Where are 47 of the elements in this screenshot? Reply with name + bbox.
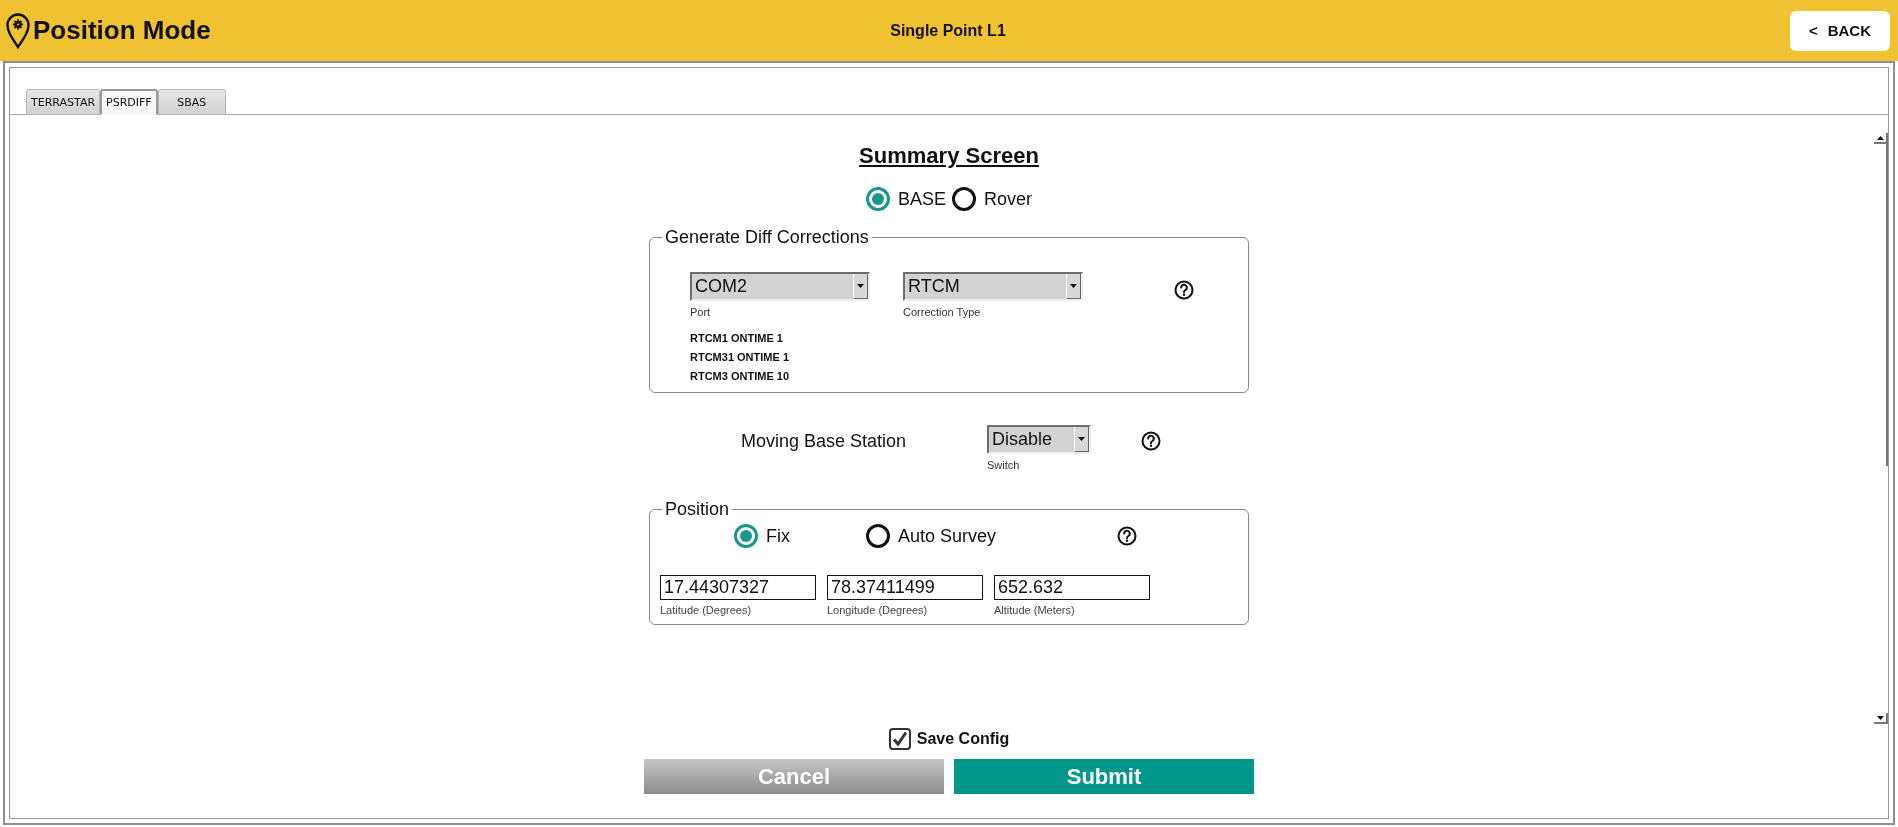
submit-button[interactable]: Submit bbox=[954, 759, 1254, 794]
scroll-down-button[interactable] bbox=[1874, 713, 1888, 724]
tab[interactable]: TERRASTAR bbox=[26, 89, 101, 115]
field-caption: Latitude (Degrees) bbox=[660, 604, 753, 616]
field-caption: Correction Type bbox=[903, 306, 982, 318]
radio-label[interactable]: BASE bbox=[897, 188, 946, 210]
radio-button[interactable] bbox=[866, 524, 890, 548]
caret-icon bbox=[857, 284, 864, 288]
help-icon[interactable] bbox=[1174, 280, 1194, 300]
caret-icon bbox=[1070, 284, 1077, 288]
section-heading: Summary Screen bbox=[859, 143, 1039, 169]
group-title: Position bbox=[664, 499, 731, 520]
checkbox[interactable] bbox=[888, 728, 911, 750]
field-caption: Switch bbox=[987, 459, 1021, 471]
back-button[interactable]: < BACK bbox=[1790, 10, 1890, 51]
radio-label[interactable]: Rover bbox=[984, 188, 1032, 210]
setting-label: Moving Base Station bbox=[741, 431, 908, 452]
message-line: RTCM31 ONTIME 1 bbox=[690, 351, 790, 363]
message-line: RTCM1 ONTIME 1 bbox=[690, 332, 784, 344]
text-field[interactable]: 17.44307327 bbox=[660, 575, 816, 600]
text-field[interactable]: 652.632 bbox=[994, 575, 1150, 600]
down-arrow-icon bbox=[1876, 715, 1884, 720]
help-icon[interactable] bbox=[1141, 431, 1161, 451]
dropdown[interactable]: RTCM bbox=[903, 272, 1083, 301]
field-caption: Port bbox=[690, 306, 712, 318]
radio-button[interactable] bbox=[865, 187, 890, 211]
dropdown[interactable]: Disable bbox=[987, 425, 1091, 454]
location-pin-icon bbox=[6, 12, 30, 49]
radio-button[interactable] bbox=[734, 524, 758, 548]
page-title: Position Mode bbox=[33, 15, 211, 46]
radio-label[interactable]: Fix bbox=[766, 525, 790, 547]
help-icon[interactable] bbox=[1117, 526, 1138, 546]
scrollbar-thumb[interactable] bbox=[1886, 144, 1888, 466]
text-field[interactable]: 78.37411499 bbox=[827, 575, 983, 600]
checkbox-label[interactable]: Save Config bbox=[916, 730, 1010, 748]
mode-subtitle: Single Point L1 bbox=[890, 21, 1006, 40]
caret-icon bbox=[1078, 437, 1085, 441]
tab[interactable]: SBAS bbox=[157, 89, 226, 115]
group-title: Generate Diff Corrections bbox=[664, 227, 870, 248]
field-caption: Longitude (Degrees) bbox=[827, 604, 929, 616]
tab[interactable]: PSRDIFF bbox=[100, 89, 158, 115]
up-arrow-icon bbox=[1876, 135, 1884, 140]
radio-label[interactable]: Auto Survey bbox=[898, 525, 997, 547]
field-caption: Altitude (Meters) bbox=[994, 604, 1076, 616]
dropdown[interactable]: COM2 bbox=[690, 272, 870, 301]
message-line: RTCM3 ONTIME 10 bbox=[690, 370, 790, 382]
radio-button[interactable] bbox=[952, 187, 976, 211]
